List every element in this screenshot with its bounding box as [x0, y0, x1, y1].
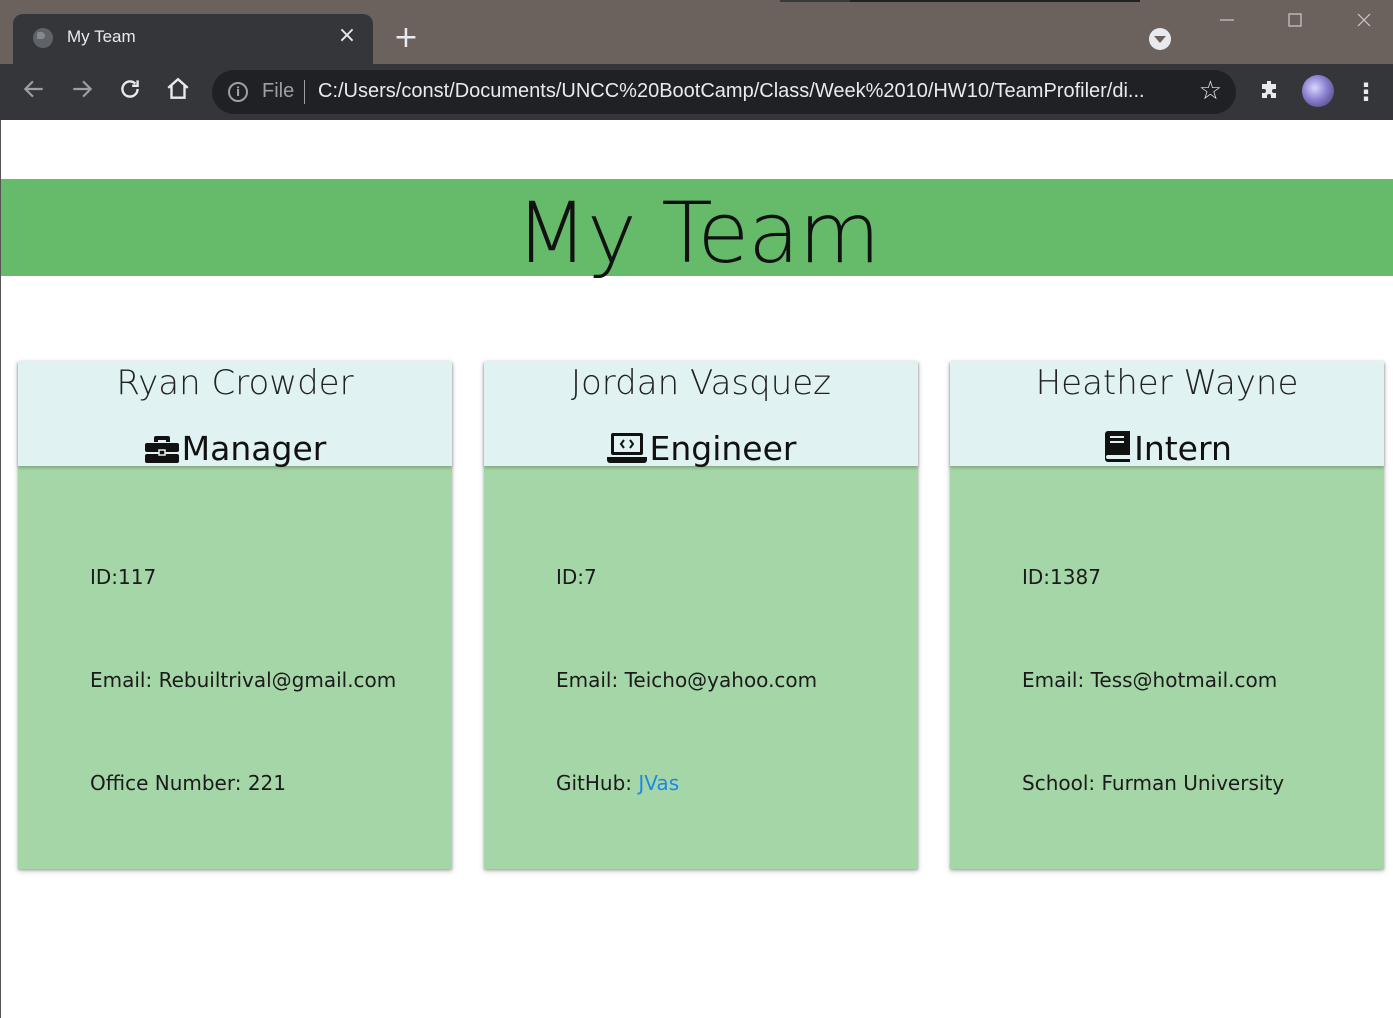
email-value: Teicho@yahoo.com [624, 668, 818, 692]
employee-name: Ryan Crowder [116, 363, 354, 403]
employee-email: Email: Rebuiltrival@gmail.com [90, 668, 396, 692]
employee-id: ID:1387 [1022, 565, 1101, 589]
card-header: Jordan Vasquez Engineer [484, 361, 918, 468]
school-value: Furman University [1101, 771, 1285, 795]
employee-role: Engineer [484, 429, 918, 472]
github-label: GitHub: [556, 771, 639, 795]
page-viewport: My Team Ryan Crowder Manager ID:117 Emai… [0, 120, 1393, 1018]
school-label: School: [1022, 771, 1102, 795]
header-jumbotron: My Team [1, 179, 1393, 282]
github-link[interactable]: JVas [638, 771, 679, 795]
laptop-code-icon [606, 432, 648, 472]
book-icon [1102, 430, 1132, 472]
briefcase-icon [144, 433, 180, 472]
role-label: Manager [181, 429, 327, 468]
browser-tab[interactable]: My Team × [13, 14, 373, 64]
employee-card-manager: Ryan Crowder Manager ID:117 Email: Rebui… [18, 361, 452, 869]
url-text[interactable]: C:/Users/const/Documents/UNCC%20BootCamp… [318, 80, 1178, 103]
reload-icon[interactable] [114, 76, 146, 108]
email-label: Email: [90, 668, 159, 692]
employee-email: Email: Teicho@yahoo.com [556, 668, 817, 692]
home-icon[interactable] [162, 76, 194, 108]
email-value: Rebuiltrival@gmail.com [158, 668, 397, 692]
forward-icon[interactable] [66, 76, 98, 108]
extensions-icon[interactable] [1256, 78, 1284, 106]
employee-id: ID:7 [556, 565, 597, 589]
card-header: Heather Wayne Intern [950, 361, 1384, 468]
github: GitHub: JVas [556, 771, 679, 795]
scheme-separator [304, 80, 305, 104]
employee-card-intern: Heather Wayne Intern ID:1387 Email: Tess… [950, 361, 1384, 869]
office-value: 221 [247, 771, 287, 795]
role-label: Intern [1134, 429, 1232, 468]
back-icon[interactable] [18, 76, 50, 108]
page-title: My Team [515, 184, 881, 282]
close-window-icon[interactable] [1349, 10, 1379, 38]
address-bar[interactable]: i File C:/Users/const/Documents/UNCC%20B… [212, 70, 1236, 114]
new-tab-button[interactable]: + [392, 23, 420, 53]
card-header: Ryan Crowder Manager [18, 361, 452, 468]
employee-email: Email: Tess@hotmail.com [1022, 668, 1277, 692]
window-edge-dark [850, 0, 1140, 2]
tab-title: My Team [67, 27, 136, 46]
globe-icon [33, 28, 53, 48]
school: School: Furman University [1022, 771, 1284, 795]
email-label: Email: [556, 668, 625, 692]
office-label: Office Number: [90, 771, 248, 795]
employee-role: Intern [950, 429, 1384, 472]
email-value: Tess@hotmail.com [1090, 668, 1278, 692]
employee-name: Jordan Vasquez [570, 363, 832, 403]
employee-role: Manager [18, 429, 452, 472]
minimize-icon[interactable] [1212, 10, 1242, 38]
employee-name: Heather Wayne [1035, 363, 1299, 403]
office-number: Office Number: 221 [90, 771, 286, 795]
maximize-icon[interactable] [1280, 10, 1310, 38]
star-icon[interactable]: ☆ [1199, 76, 1222, 106]
email-label: Email: [1022, 668, 1091, 692]
browser-toolbar: i File C:/Users/const/Documents/UNCC%20B… [0, 64, 1393, 120]
tab-close-button[interactable]: × [335, 24, 359, 48]
menu-icon[interactable]: ⋮ [1352, 78, 1380, 106]
info-icon[interactable]: i [228, 82, 248, 102]
scheme-label: File [262, 80, 295, 102]
profile-avatar[interactable] [1302, 75, 1334, 107]
browser-titlebar: My Team × + [0, 0, 1393, 64]
tab-search-icon[interactable] [1149, 28, 1171, 50]
role-label: Engineer [649, 429, 797, 468]
employee-card-engineer: Jordan Vasquez Engineer ID:7 Email: Teic… [484, 361, 918, 869]
employee-id: ID:117 [90, 565, 157, 589]
